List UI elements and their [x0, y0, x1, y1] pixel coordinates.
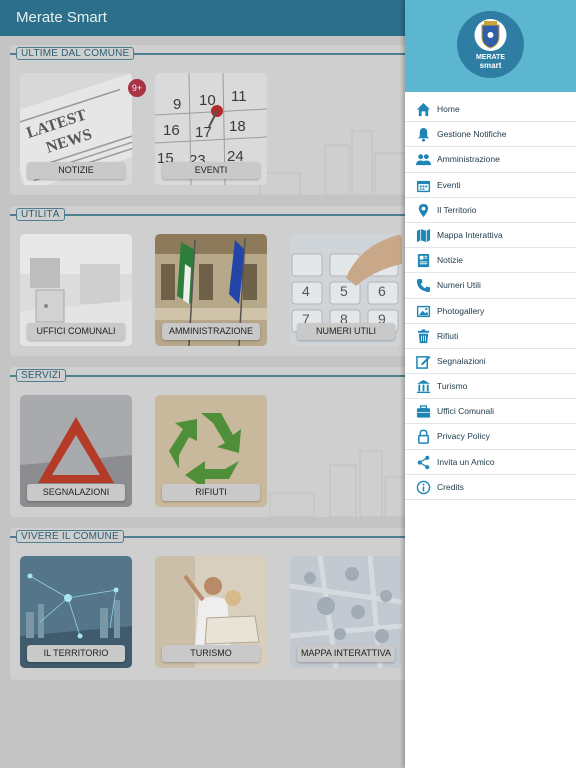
- menu-item-turismo[interactable]: Turismo: [405, 374, 576, 400]
- tile-turismo[interactable]: TURISMO: [155, 556, 267, 668]
- tile-label: UFFICI COMUNALI: [27, 323, 125, 340]
- tile-label: SEGNALAZIONI: [27, 484, 125, 501]
- menu-item-label: Privacy Policy: [437, 431, 490, 442]
- home-icon: [416, 102, 431, 117]
- tile-label: MAPPA INTERATTIVA: [297, 645, 395, 662]
- menu-item-label: Mappa Interattiva: [437, 229, 503, 240]
- lock-icon: [418, 430, 429, 445]
- briefcase-icon: [416, 405, 431, 418]
- share-icon: [417, 455, 430, 469]
- menu-item-label: Invita un Amico: [437, 456, 495, 467]
- edit-icon: [416, 355, 431, 369]
- section-utilita: UTILITÀ UFFICI COMUNALI AMMINISTRAZIONE …: [10, 206, 405, 356]
- menu-item-label: Eventi: [437, 179, 461, 190]
- menu-item-label: Credits: [437, 481, 464, 492]
- tile-uffici-comunali[interactable]: UFFICI COMUNALI: [20, 234, 132, 346]
- menu-item-photogallery[interactable]: Photogallery: [405, 299, 576, 324]
- menu-item-label: Gestione Notifiche: [437, 129, 507, 140]
- drawer-header: MERATE smart: [405, 0, 576, 92]
- menu-item-label: Il Territorio: [437, 204, 477, 215]
- menu-item-numeri-utili[interactable]: Numeri Utili: [405, 273, 576, 299]
- tile-label: NUMERI UTILI: [297, 323, 395, 340]
- menu-item-notizie[interactable]: Notizie: [405, 248, 576, 274]
- bell-icon: [417, 128, 430, 142]
- section-divider: [10, 214, 405, 216]
- menu-item-label: Numeri Utili: [437, 280, 481, 291]
- tile-numeri-utili[interactable]: 456 789 NUMERI UTILI: [290, 234, 402, 346]
- tile-label: IL TERRITORIO: [27, 645, 125, 662]
- drawer-menu: Home Gestione Notifiche Amministrazione …: [405, 97, 576, 500]
- menu-item-label: Rifiuti: [437, 330, 459, 341]
- merate-smart-logo: MERATE smart: [457, 11, 524, 78]
- section-divider: [10, 375, 405, 377]
- tile-label: TURISMO: [162, 645, 260, 662]
- section-title: UTILITÀ: [16, 208, 65, 221]
- section-title: SERVIZI: [16, 369, 67, 382]
- navigation-drawer: MERATE smart Home Gestione Notifiche Amm…: [405, 0, 576, 768]
- calendar-icon: [416, 180, 431, 192]
- tile-label: AMMINISTRAZIONE: [162, 323, 260, 340]
- section-ultime-dal-comune: ULTIME DAL COMUNE LATEST NEWS NOTIZIE 9+…: [10, 45, 405, 195]
- main-content: ULTIME DAL COMUNE LATEST NEWS NOTIZIE 9+…: [0, 36, 405, 768]
- menu-item-invita-un-amico[interactable]: Invita un Amico: [405, 450, 576, 475]
- tile-label: NOTIZIE: [27, 162, 125, 179]
- photo-icon: [416, 305, 431, 317]
- tile-eventi[interactable]: 9 10 11 16 17 18 15 23 24 EVENTI: [155, 73, 267, 185]
- museum-icon: [416, 380, 431, 394]
- tile-rifiuti[interactable]: RIFIUTI: [155, 395, 267, 507]
- map-pin-icon: [418, 203, 429, 217]
- section-title: ULTIME DAL COMUNE: [16, 47, 135, 60]
- menu-item-label: Photogallery: [437, 305, 485, 316]
- menu-item-credits[interactable]: Credits: [405, 475, 576, 500]
- svg-text:16: 16: [163, 122, 180, 139]
- tile-notizie[interactable]: LATEST NEWS NOTIZIE: [20, 73, 132, 185]
- menu-item-uffici-comunali[interactable]: Uffici Comunali: [405, 399, 576, 425]
- svg-text:9: 9: [173, 96, 181, 113]
- people-icon: [416, 154, 431, 166]
- menu-item-eventi[interactable]: Eventi: [405, 173, 576, 198]
- menu-item-amministrazione[interactable]: Amministrazione: [405, 147, 576, 173]
- menu-item-label: Amministrazione: [437, 154, 500, 165]
- menu-item-segnalazioni[interactable]: Segnalazioni: [405, 349, 576, 375]
- menu-item-mappa-interattiva[interactable]: Mappa Interattiva: [405, 223, 576, 249]
- app-title: Merate Smart: [16, 9, 107, 26]
- menu-item-gestione-notifiche[interactable]: Gestione Notifiche: [405, 122, 576, 148]
- tile-label: RIFIUTI: [162, 484, 260, 501]
- section-servizi: SERVIZI SEGNALAZIONI RIFIUTI: [10, 367, 405, 517]
- phone-icon: [416, 279, 431, 293]
- info-icon: [416, 480, 431, 495]
- tile-amministrazione[interactable]: AMMINISTRAZIONE: [155, 234, 267, 346]
- menu-item-home[interactable]: Home: [405, 97, 576, 123]
- menu-item-il-territorio[interactable]: Il Territorio: [405, 198, 576, 223]
- logo-text-smart: smart: [479, 61, 502, 70]
- tile-label: EVENTI: [162, 162, 260, 179]
- tile-mappa-interattiva[interactable]: MAPPA INTERATTIVA: [290, 556, 402, 668]
- trash-icon: [417, 329, 430, 343]
- section-title: VIVERE IL COMUNE: [16, 530, 124, 543]
- svg-text:6: 6: [378, 283, 386, 299]
- newspaper-icon: [417, 254, 430, 268]
- svg-text:4: 4: [302, 283, 310, 299]
- svg-text:18: 18: [229, 118, 246, 135]
- menu-item-rifiuti[interactable]: Rifiuti: [405, 324, 576, 349]
- menu-item-label: Segnalazioni: [437, 355, 486, 366]
- menu-item-privacy-policy[interactable]: Privacy Policy: [405, 424, 576, 450]
- menu-item-label: Turismo: [437, 381, 468, 392]
- tile-segnalazioni[interactable]: SEGNALAZIONI: [20, 395, 132, 507]
- section-vivere-il-comune: VIVERE IL COMUNE IL TERRITORIO TURISMO M…: [10, 528, 405, 680]
- svg-text:5: 5: [340, 283, 348, 299]
- tile-il-territorio[interactable]: IL TERRITORIO: [20, 556, 132, 668]
- menu-item-label: Home: [437, 104, 460, 114]
- svg-text:11: 11: [231, 88, 247, 105]
- menu-item-label: Notizie: [437, 255, 463, 266]
- map-icon: [416, 228, 431, 242]
- menu-item-label: Uffici Comunali: [437, 406, 495, 417]
- notification-badge: 9+: [128, 79, 146, 97]
